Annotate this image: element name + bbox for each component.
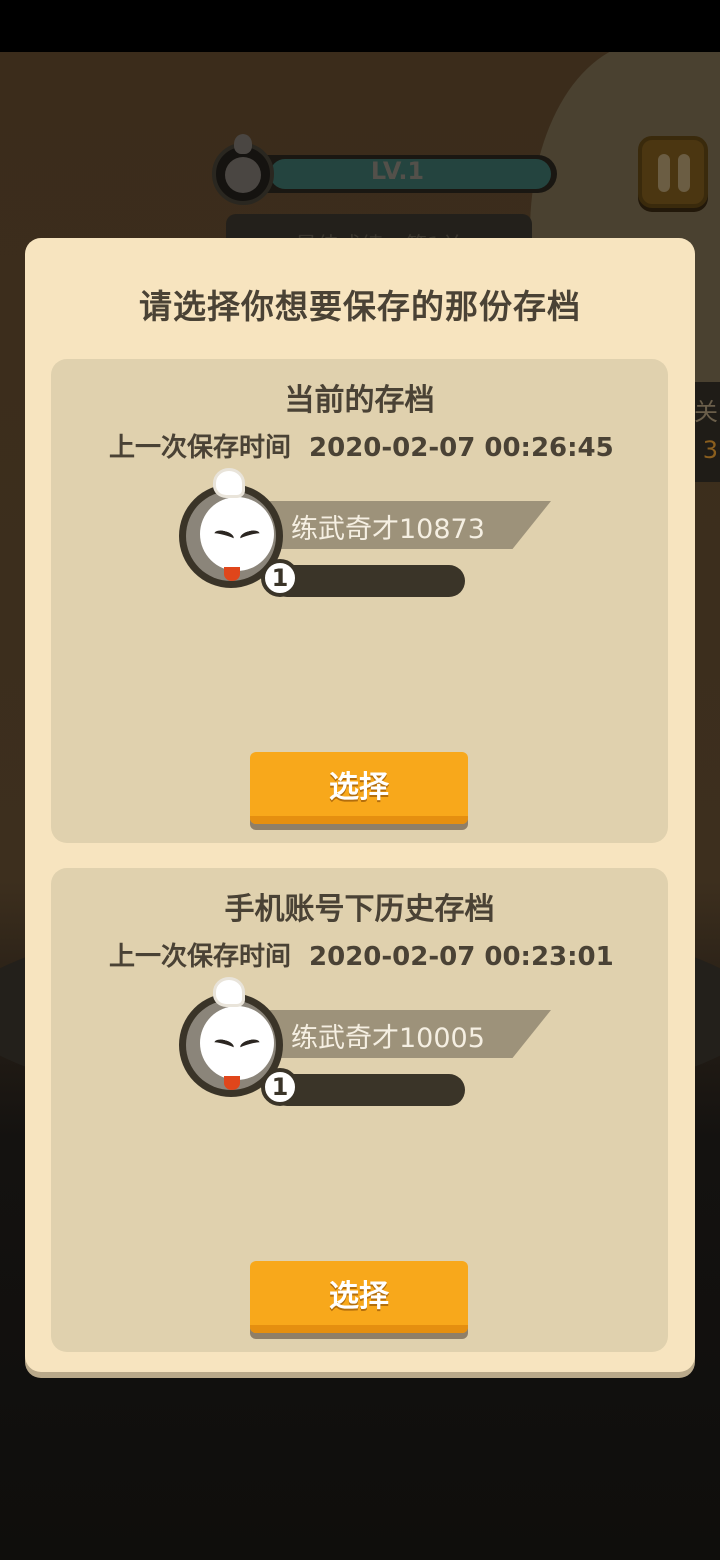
character-name: 练武奇才10005: [291, 1023, 485, 1054]
pause-icon: [658, 154, 670, 192]
pause-button[interactable]: [638, 136, 708, 208]
character-card: 练武奇才10005 1: [179, 977, 559, 1106]
hud-avatar-icon: [212, 134, 274, 205]
experience-bar: [271, 565, 465, 597]
select-button-label: 选择: [329, 1280, 389, 1313]
save-slot-current: 当前的存档 上一次保存时间 2020-02-07 00:26:45 练武奇才108…: [51, 359, 668, 843]
slot-save-time: 上一次保存时间 2020-02-07 00:26:45: [109, 427, 614, 464]
slot-title: 手机账号下历史存档: [224, 892, 495, 927]
save-slot-history: 手机账号下历史存档 上一次保存时间 2020-02-07 00:23:01 练武奇…: [51, 868, 668, 1352]
save-time-value: 2020-02-07 00:23:01: [309, 942, 614, 972]
level-badge-icon: 1: [261, 559, 299, 597]
select-button-label: 选择: [329, 771, 389, 804]
slot-save-time: 上一次保存时间 2020-02-07 00:23:01: [109, 936, 614, 973]
experience-bar: [271, 1074, 465, 1106]
side-panel-label: 关: [694, 398, 718, 426]
save-time-label: 上一次保存时间: [109, 942, 292, 972]
character-card: 练武奇才10873 1: [179, 468, 559, 597]
status-bar: [0, 0, 720, 52]
select-button[interactable]: 选择: [250, 1261, 468, 1333]
select-button[interactable]: 选择: [250, 752, 468, 824]
dialog-title: 请选择你想要保存的那份存档: [139, 287, 581, 326]
side-panel-value: 3: [702, 436, 718, 464]
save-select-dialog: 请选择你想要保存的那份存档 当前的存档 上一次保存时间 2020-02-07 00…: [25, 238, 695, 1372]
level-badge-icon: 1: [261, 1068, 299, 1106]
save-time-value: 2020-02-07 00:26:45: [309, 433, 614, 463]
slot-title: 当前的存档: [284, 383, 435, 418]
player-level-bar: LV.1: [212, 134, 557, 205]
character-name: 练武奇才10873: [291, 514, 485, 545]
save-time-label: 上一次保存时间: [109, 433, 292, 463]
